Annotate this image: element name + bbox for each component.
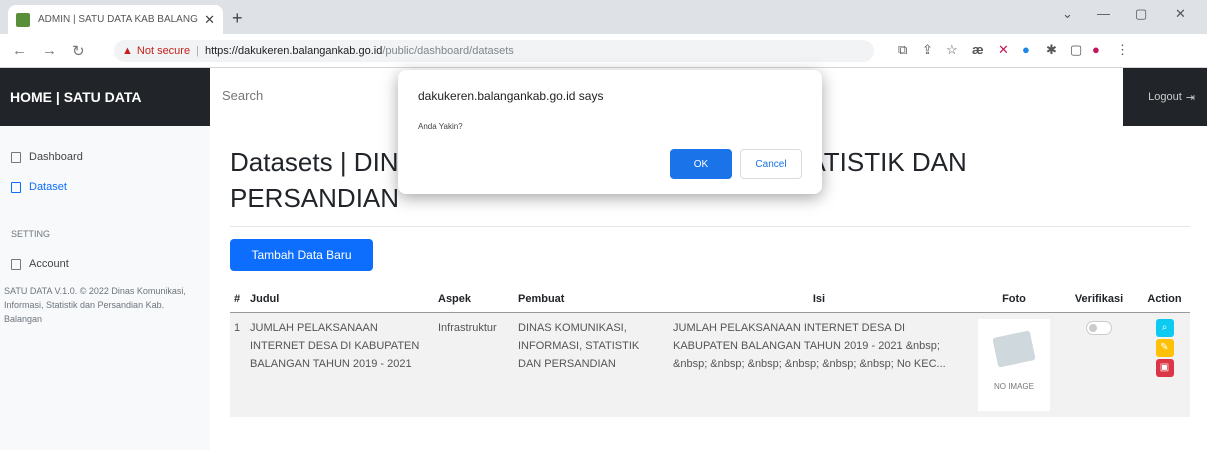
browser-menu-icon[interactable]: ⋮ [1116,42,1129,58]
site-favicon-icon [16,12,30,27]
profile-avatar-icon[interactable]: ● [1092,42,1100,57]
minimize-icon[interactable]: — [1097,6,1110,21]
share-icon[interactable]: ⇪ [922,42,933,58]
extension-ae-icon[interactable]: æ [972,42,984,57]
url-path: /public/dashboard/datasets [382,45,514,57]
extension-color-icon[interactable]: ● [1022,42,1030,57]
address-bar[interactable]: ▲ Not secure | https://dakukeren.balanga… [114,40,874,62]
tab-title: ADMIN | SATU DATA KAB BALANGAN [38,14,199,25]
url-host: https://dakukeren.balangankab.go.id [204,45,383,57]
translate-icon[interactable]: ⧉ [898,42,907,58]
close-tab-icon[interactable]: ✕ [204,12,215,28]
not-secure-label: Not secure [136,45,191,57]
new-tab-plus-icon[interactable]: + [232,8,243,29]
cancel-button[interactable]: Cancel [740,149,802,179]
address-separator: | [196,45,199,57]
side-panel-icon[interactable]: ▢ [1070,42,1082,58]
extensions-puzzle-icon[interactable]: ✱ [1046,42,1057,58]
forward-arrow-icon[interactable]: → [42,42,57,59]
confirm-dialog: dakukeren.balangankab.go.id says Anda Ya… [398,70,822,194]
reload-icon[interactable]: ↻ [72,42,85,60]
tab-search-chevron-icon[interactable]: ⌄ [1062,6,1073,22]
dialog-message: Anda Yakin? [418,122,463,131]
window-close-icon[interactable]: ✕ [1175,6,1186,22]
dialog-title: dakukeren.balangankab.go.id says [418,89,604,103]
warning-triangle-icon: ▲ [122,45,133,57]
browser-tab-strip: ADMIN | SATU DATA KAB BALANGAN ✕ + ⌄ — ▢… [0,0,1207,34]
maximize-icon[interactable]: ▢ [1135,6,1147,22]
bookmark-star-icon[interactable]: ☆ [946,42,958,58]
back-arrow-icon[interactable]: ← [12,42,27,59]
extension-x-icon[interactable]: ✕ [998,42,1009,58]
browser-tab[interactable]: ADMIN | SATU DATA KAB BALANGAN ✕ [8,5,223,34]
ok-button[interactable]: OK [670,149,732,179]
browser-toolbar: ← → ↻ ▲ Not secure | https://dakukeren.b… [0,34,1207,68]
